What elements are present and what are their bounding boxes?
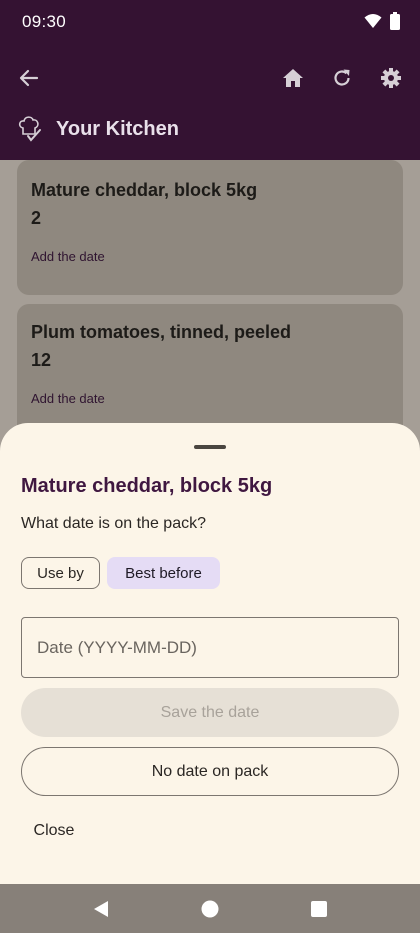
item-name: Plum tomatoes, tinned, peeled [31, 322, 292, 342]
wifi-icon [364, 14, 382, 28]
battery-icon [390, 12, 400, 30]
app-bar: Your Kitchen [0, 44, 420, 160]
back-arrow-icon [19, 69, 39, 87]
refresh-button[interactable] [326, 62, 358, 94]
item-quantity: 12 [31, 350, 52, 370]
status-time: 09:30 [22, 12, 67, 31]
drag-handle[interactable] [194, 445, 226, 449]
nav-recents-icon [311, 901, 327, 917]
status-bar: 09:30 [0, 0, 420, 44]
sheet-title: Mature cheddar, block 5kg [21, 475, 273, 497]
app-title-row: Your Kitchen [18, 116, 179, 142]
chip-best-before[interactable]: Best before [107, 557, 220, 589]
nav-back-icon [94, 901, 108, 917]
status-icons [364, 12, 400, 30]
add-date-link[interactable]: Add the date [31, 391, 105, 406]
system-nav-bar [0, 884, 420, 933]
date-question: What date is on the pack? [21, 515, 206, 532]
add-date-link[interactable]: Add the date [31, 249, 105, 264]
close-button[interactable]: Close [21, 814, 87, 848]
date-bottom-sheet: Mature cheddar, block 5kg What date is o… [0, 423, 420, 884]
home-button[interactable] [277, 62, 309, 94]
home-icon [283, 69, 303, 87]
item-name: Mature cheddar, block 5kg [31, 180, 258, 200]
item-card[interactable]: Mature cheddar, block 5kg 2 Add the date [17, 160, 403, 295]
nav-home-button[interactable] [197, 896, 223, 922]
nav-recents-button[interactable] [306, 896, 332, 922]
chef-hat-check-icon [18, 116, 41, 142]
refresh-icon [334, 69, 350, 86]
back-button[interactable] [13, 62, 45, 94]
nav-back-button[interactable] [88, 896, 114, 922]
chip-use-by[interactable]: Use by [21, 557, 100, 589]
gear-icon [381, 68, 401, 88]
date-input[interactable] [21, 617, 399, 678]
page-title: Your Kitchen [56, 117, 179, 140]
save-date-button[interactable]: Save the date [21, 688, 399, 737]
item-quantity: 2 [31, 208, 42, 228]
nav-home-icon [201, 900, 219, 918]
no-date-button[interactable]: No date on pack [21, 747, 399, 796]
settings-button[interactable] [375, 62, 407, 94]
